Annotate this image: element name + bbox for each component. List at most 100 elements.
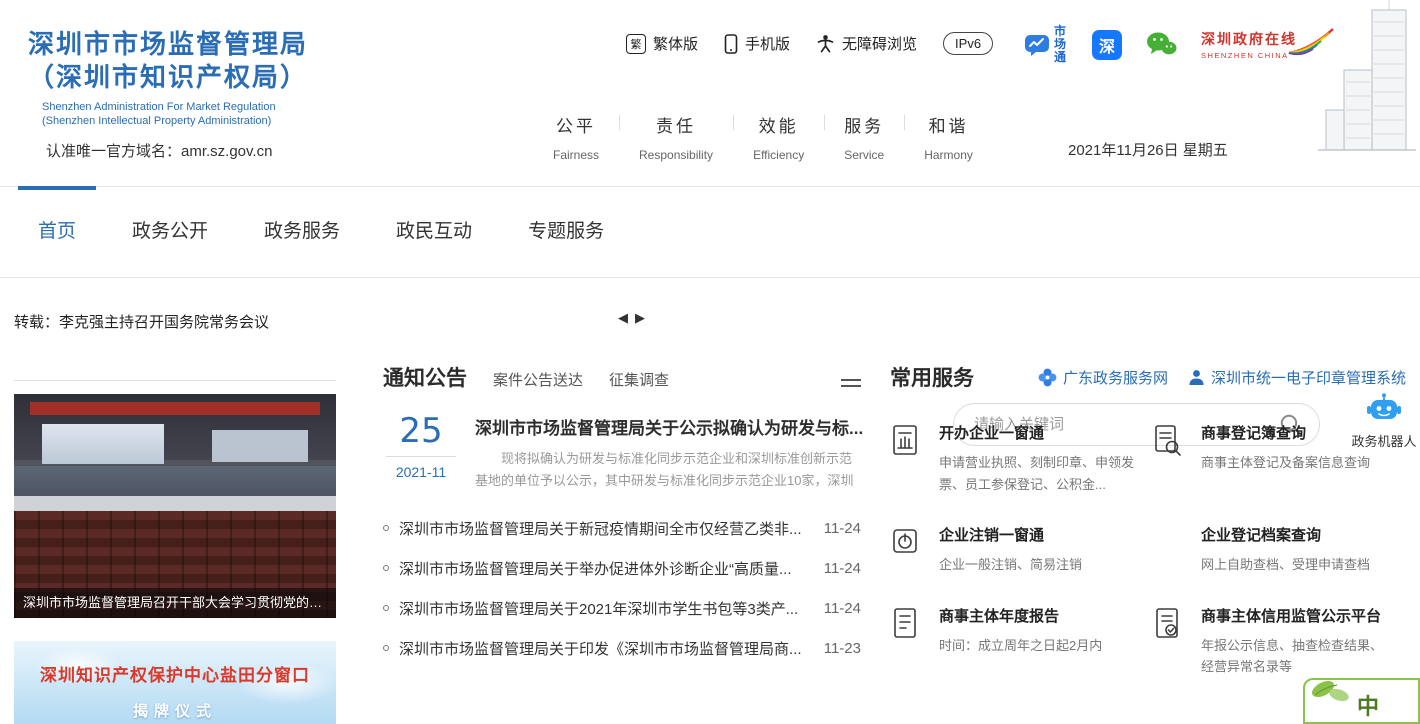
notices-list: 深圳市市场监督管理局关于新冠疫情期间全市仅经营乙类非... 11-24 深圳市市… xyxy=(383,508,861,668)
service-item-credit-platform[interactable]: 商事主体信用监管公示平台 年报公示信息、抽查检查结果、经营异常名录等 xyxy=(1152,605,1406,678)
notice-row: 深圳市市场监督管理局关于2021年深圳市学生书包等3类产... 11-24 xyxy=(383,588,861,628)
shichangtong-label: 市场通 xyxy=(1054,25,1068,65)
date-divider xyxy=(386,456,456,457)
notice-link[interactable]: 深圳市市场监督管理局关于举办促进体外诊断企业“高质量... xyxy=(399,558,806,579)
shenzhen-gov-online-logo[interactable]: 深圳政府在线 SHENZHEN CHINA xyxy=(1201,29,1305,60)
photo-carousel: 深圳市市场监督管理局召开干部大会学习贯彻党的十... 深圳知识产权保护中心盐田分… xyxy=(14,380,336,724)
banner-title: 深圳知识产权保护中心盐田分窗口 xyxy=(14,661,336,686)
carousel-caption: 深圳市市场监督管理局召开干部大会学习贯彻党的十... xyxy=(14,588,336,618)
tab-surveys[interactable]: 征集调查 xyxy=(609,369,669,390)
core-value-fairness: 公平 Fairness xyxy=(533,112,619,162)
service-title[interactable]: 商事主体年度报告 xyxy=(939,605,1102,626)
service-item-archive-search[interactable]: 企业登记档案查询 网上自助查档、受理申请查档 xyxy=(1152,524,1406,576)
shichangtong-app-link[interactable]: 市场通 xyxy=(1024,25,1068,65)
nav-item-gov-disclosure[interactable]: 政务公开 xyxy=(104,187,236,277)
accessibility-icon xyxy=(816,34,835,53)
nav-item-home[interactable]: 首页 xyxy=(10,187,104,277)
service-desc: 网上自助查档、受理申请查档 xyxy=(1201,554,1370,576)
service-title[interactable]: 企业注销一窗通 xyxy=(939,524,1082,545)
notice-date: 11-24 xyxy=(824,600,861,617)
main-navigation: 首页 政务公开 政务服务 政民互动 专题服务 xyxy=(0,186,1420,278)
traditional-chinese-icon: 繁 xyxy=(626,34,646,54)
photo-screen-left xyxy=(42,424,164,464)
service-desc: 申请营业执照、刻制印章、申领发票、员工参保登记、公积金... xyxy=(939,452,1138,495)
service-title[interactable]: 商事登记簿查询 xyxy=(1201,422,1370,443)
shichangtong-icon xyxy=(1024,33,1050,57)
phone-icon xyxy=(724,34,738,54)
notice-row: 深圳市市场监督管理局关于新冠疫情期间全市仅经营乙类非... 11-24 xyxy=(383,508,861,548)
core-value-harmony: 和谐 Harmony xyxy=(904,112,993,162)
banner-subtitle: 揭牌仪式 xyxy=(14,700,336,721)
notice-date: 11-24 xyxy=(824,520,861,537)
bullet-icon xyxy=(383,605,389,611)
floating-green-widget[interactable]: 中 xyxy=(1303,678,1420,724)
service-desc: 企业一般注销、简易注销 xyxy=(939,554,1082,576)
notices-title: 通知公告 xyxy=(383,362,467,392)
photo-panel-people xyxy=(14,466,336,496)
service-title[interactable]: 商事主体信用监管公示平台 xyxy=(1201,605,1392,626)
notice-row: 深圳市市场监督管理局关于印发《深圳市市场监督管理局商... 11-23 xyxy=(383,628,861,668)
ipv6-badge[interactable]: IPv6 xyxy=(943,32,993,55)
open-company-icon xyxy=(890,423,926,495)
bullet-icon xyxy=(383,565,389,571)
featured-notice: 25 2021-11 深圳市市场监督管理局关于公示拟确认为研发与标... 现将拟… xyxy=(383,414,861,493)
service-item-deregistration[interactable]: 企业注销一窗通 企业一般注销、简易注销 xyxy=(890,524,1152,576)
services-external-links: 广东政务服务网 深圳市统一电子印章管理系统 xyxy=(1038,367,1406,388)
nav-item-interaction[interactable]: 政民互动 xyxy=(368,187,500,277)
featured-notice-title[interactable]: 深圳市市场监督管理局关于公示拟确认为研发与标... xyxy=(475,419,863,438)
service-desc: 时间：成立周年之日起2月内 xyxy=(939,635,1102,657)
guangdong-gov-service-link[interactable]: 广东政务服务网 xyxy=(1038,367,1168,388)
eseal-system-link[interactable]: 深圳市统一电子印章管理系统 xyxy=(1188,367,1406,388)
notices-section: 通知公告 案件公告送达 征集调查 25 2021-11 深圳市市场监督管理局关于… xyxy=(383,362,861,668)
core-value-service: 服务 Service xyxy=(824,112,904,162)
traditional-chinese-link[interactable]: 繁 繁体版 xyxy=(626,33,698,54)
service-item-annual-report[interactable]: 商事主体年度报告 时间：成立周年之日起2月内 xyxy=(890,605,1152,678)
featured-body: 深圳市市场监督管理局关于公示拟确认为研发与标... 现将拟确认为研发与标准化同步… xyxy=(475,414,861,493)
ticker-controls: ◀ ▶ xyxy=(618,310,645,326)
person-icon xyxy=(1188,369,1205,386)
site-logo[interactable]: 深圳市市场监督管理局 （深圳市知识产权局） Shenzhen Administr… xyxy=(28,28,308,161)
logo-subtitle-en1: Shenzhen Administration For Market Regul… xyxy=(42,100,308,115)
widget-text: 中 xyxy=(1357,689,1379,721)
featured-date-box: 25 2021-11 xyxy=(383,414,459,493)
deregistration-icon xyxy=(890,525,926,576)
nav-item-special-topics[interactable]: 专题服务 xyxy=(500,187,632,277)
more-notices-icon[interactable] xyxy=(841,375,861,392)
ticker-prev-icon[interactable]: ◀ xyxy=(618,310,628,326)
credit-platform-icon xyxy=(1152,606,1188,678)
mobile-version-link[interactable]: 手机版 xyxy=(724,33,790,54)
wechat-icon[interactable] xyxy=(1146,31,1177,58)
accessibility-link[interactable]: 无障碍浏览 xyxy=(816,33,917,54)
ishenzhen-app-icon[interactable]: 深 xyxy=(1092,30,1122,60)
official-domain-notice: 认准唯一官方域名：amr.sz.gov.cn xyxy=(46,140,308,161)
ticker-next-icon[interactable]: ▶ xyxy=(635,310,645,326)
photo-table xyxy=(14,496,336,511)
notice-link[interactable]: 深圳市市场监督管理局关于2021年深圳市学生书包等3类产... xyxy=(399,598,806,619)
service-item-registry-search[interactable]: 商事登记簿查询 商事主体登记及备案信息查询 xyxy=(1152,422,1406,495)
notices-tabs: 案件公告送达 征集调查 xyxy=(493,369,669,392)
notice-link[interactable]: 深圳市市场监督管理局关于印发《深圳市市场监督管理局商... xyxy=(399,638,806,659)
annual-report-icon xyxy=(890,606,926,678)
service-title[interactable]: 企业登记档案查询 xyxy=(1201,524,1370,545)
service-title[interactable]: 开办企业一窗通 xyxy=(939,422,1138,443)
building-illustration xyxy=(1312,0,1420,163)
tab-case-announcements[interactable]: 案件公告送达 xyxy=(493,369,583,390)
services-title: 常用服务 xyxy=(890,362,974,392)
nav-item-gov-services[interactable]: 政务服务 xyxy=(236,187,368,277)
notice-date: 11-24 xyxy=(824,560,861,577)
logo-title-line2: （深圳市知识产权局） xyxy=(28,61,308,94)
service-item-open-company[interactable]: 开办企业一窗通 申请营业执照、刻制印章、申领发票、员工参保登记、公积金... xyxy=(890,422,1152,495)
ticker-headline[interactable]: 转载：李克强主持召开国务院常务会议 xyxy=(14,311,269,332)
carousel-slide-banner[interactable]: 深圳知识产权保护中心盐田分窗口 揭牌仪式 xyxy=(14,641,336,724)
traditional-chinese-label: 繁体版 xyxy=(653,33,698,54)
logo-subtitle-en2: (Shenzhen Intellectual Property Administ… xyxy=(42,114,308,129)
featured-notice-summary: 现将拟确认为研发与标准化同步示范企业和深圳标准创新示范基地的单位予以公示，其中研… xyxy=(475,448,861,493)
accessibility-label: 无障碍浏览 xyxy=(842,33,917,54)
carousel-slide-meeting[interactable]: 深圳市市场监督管理局召开干部大会学习贯彻党的十... xyxy=(14,394,336,618)
notice-link[interactable]: 深圳市市场监督管理局关于新冠疫情期间全市仅经营乙类非... xyxy=(399,518,806,539)
current-date: 2021年11月26日 星期五 xyxy=(1068,139,1228,160)
service-desc: 年报公示信息、抽查检查结果、经营异常名录等 xyxy=(1201,635,1392,678)
core-value-responsibility: 责任 Responsibility xyxy=(619,112,733,162)
photo-red-banner xyxy=(30,402,320,415)
bullet-icon xyxy=(383,645,389,651)
